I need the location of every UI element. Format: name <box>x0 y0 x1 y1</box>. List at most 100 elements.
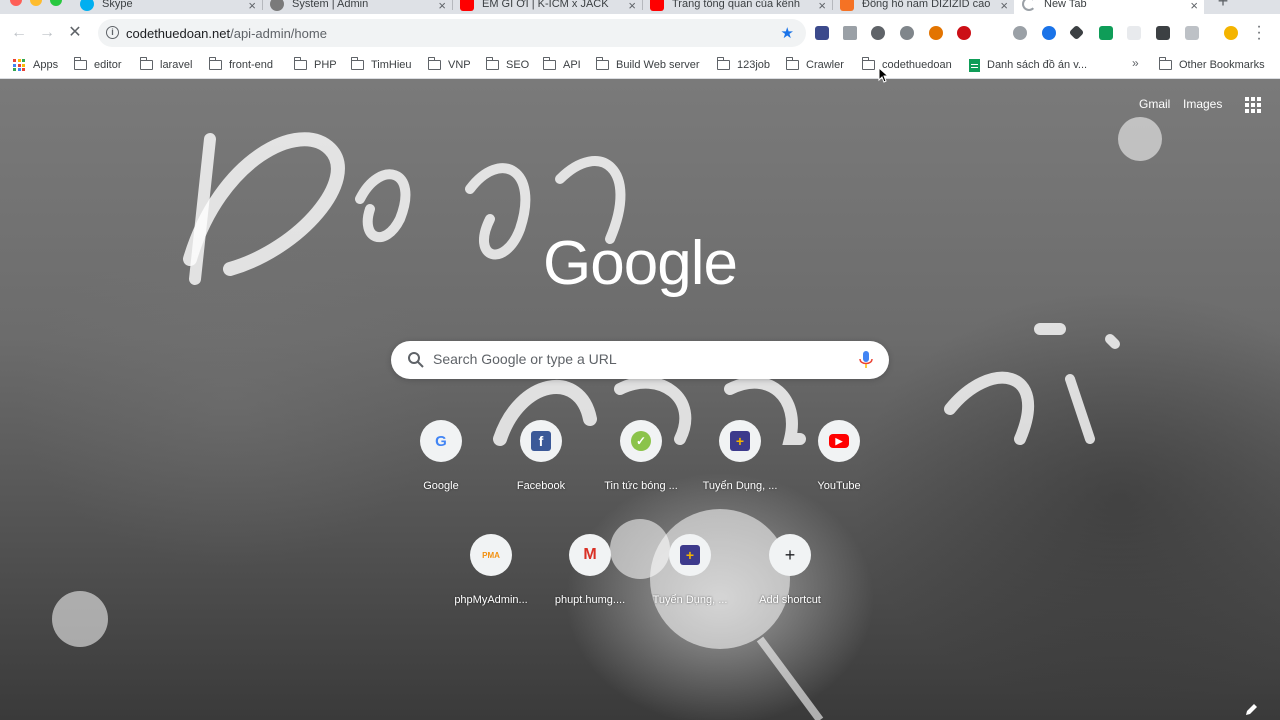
bookmark-folder-vnp[interactable]: VNP <box>428 57 471 73</box>
youtube-icon <box>650 0 664 11</box>
new-tab-button[interactable]: + <box>1212 0 1234 10</box>
search-placeholder: Search Google or type a URL <box>433 351 617 367</box>
search-icon <box>408 352 424 368</box>
fox-extension-icon[interactable] <box>1185 26 1199 40</box>
bookmark-danh-sach-do-an[interactable]: Danh sách đồ án v... <box>969 57 1087 73</box>
microphone-icon[interactable] <box>859 351 873 369</box>
gmail-link[interactable]: Gmail <box>1139 97 1170 111</box>
timer-extension-icon[interactable] <box>1013 26 1027 40</box>
layers-extension-icon[interactable] <box>1068 24 1085 41</box>
close-icon[interactable]: × <box>248 0 256 13</box>
shortcut-icon-circle: G <box>420 420 462 462</box>
bookmark-apps[interactable]: Apps <box>13 57 58 73</box>
dashlane-extension-icon[interactable] <box>815 26 829 40</box>
gmail-icon: M <box>583 546 597 563</box>
google-apps-icon[interactable] <box>1245 97 1261 113</box>
tab-title: EM GÌ ƠI | K-ICM x JACK <box>482 0 609 10</box>
blank-extension-icon[interactable] <box>1127 26 1141 40</box>
folder-icon <box>140 57 153 70</box>
bookmark-folder-front-end[interactable]: front-end <box>209 57 273 73</box>
tab-skype[interactable]: Skype × <box>72 0 262 14</box>
back-button[interactable]: ← <box>9 23 29 43</box>
shortcut-youtube[interactable]: ▶ YouTube <box>789 420 889 510</box>
bookmark-label: Build Web server <box>616 59 700 71</box>
shortcut-phpmyadmin[interactable]: PMA phpMyAdmin... <box>441 534 541 624</box>
folder-icon <box>428 57 441 70</box>
bookmark-star-icon[interactable]: ★ <box>781 24 794 42</box>
bookmark-label: API <box>563 59 581 71</box>
bookmark-label: Crawler <box>806 59 844 71</box>
close-icon[interactable]: × <box>628 0 636 13</box>
shortcut-phupt-humg[interactable]: M phupt.humg.... <box>540 534 640 624</box>
loading-icon <box>1022 0 1036 11</box>
close-icon[interactable]: × <box>1000 0 1008 13</box>
site-info-icon[interactable]: i <box>106 26 119 39</box>
folder-icon <box>294 57 307 70</box>
url-path: /api-admin/home <box>230 26 327 41</box>
forward-button[interactable]: → <box>37 23 57 43</box>
close-window-icon[interactable] <box>10 0 22 6</box>
folder-icon <box>1159 57 1172 70</box>
shortcut-icon-circle: + <box>769 534 811 576</box>
screenshot-extension-icon[interactable] <box>843 26 857 40</box>
apps-grid-icon <box>13 59 25 71</box>
bookmark-label: VNP <box>448 59 471 71</box>
recycle-extension-icon[interactable] <box>871 26 885 40</box>
close-icon[interactable]: × <box>438 0 446 13</box>
bookmark-other-bookmarks[interactable]: Other Bookmarks <box>1159 57 1265 73</box>
folder-icon <box>717 57 730 70</box>
search-box[interactable]: Search Google or type a URL <box>391 341 889 379</box>
shortcut-label: Add shortcut <box>759 594 821 606</box>
gear-extension-icon[interactable] <box>929 26 943 40</box>
stop-loading-button[interactable]: ✕ <box>65 23 85 43</box>
tab-system-admin[interactable]: System | Admin × <box>262 0 452 14</box>
shortcut-facebook[interactable]: f Facebook <box>491 420 591 510</box>
close-icon[interactable]: × <box>1190 0 1198 13</box>
bookmark-label: TimHieu <box>371 59 412 71</box>
shortcut-label: Tuyển Dụng, ... <box>652 594 728 606</box>
shortcut-tin-tuc-bong[interactable]: ✓ Tin tức bóng ... <box>591 420 691 510</box>
bookmark-label: Other Bookmarks <box>1179 59 1265 71</box>
tab-dong-ho[interactable]: Đồng hồ nam DIZIZID cao × <box>832 0 1014 14</box>
close-icon[interactable]: × <box>818 0 826 13</box>
images-link[interactable]: Images <box>1183 97 1222 111</box>
bookmark-folder-codethuedoan[interactable]: codethuedoan <box>862 57 952 73</box>
bookmark-folder-crawler[interactable]: Crawler <box>786 57 844 73</box>
customize-pencil-icon[interactable] <box>1244 703 1258 717</box>
shortcut-tuyen-dung-1[interactable]: + Tuyển Dụng, ... <box>690 420 790 510</box>
maximize-window-icon[interactable] <box>50 0 62 6</box>
shortcut-add[interactable]: + Add shortcut <box>740 534 840 624</box>
address-bar[interactable]: i codethuedoan.net/api-admin/home ★ <box>98 19 806 47</box>
shortcut-label: phupt.humg.... <box>554 594 626 606</box>
globe-extension-icon[interactable] <box>1042 26 1056 40</box>
tab-trang-tong-quan[interactable]: Trang tổng quan của kênh × <box>642 0 832 14</box>
plus-icon: + <box>784 544 796 565</box>
puzzle-extension-icon[interactable] <box>1099 26 1113 40</box>
bookmark-folder-laravel[interactable]: laravel <box>140 57 192 73</box>
opera-extension-icon[interactable] <box>957 26 971 40</box>
bookmark-folder-seo[interactable]: SEO <box>486 57 529 73</box>
folder-icon <box>209 57 222 70</box>
shortcut-icon-circle: ✓ <box>620 420 662 462</box>
shortcut-tuyen-dung-2[interactable]: + Tuyển Dụng, ... <box>640 534 740 624</box>
bookmark-folder-api[interactable]: API <box>543 57 581 73</box>
tab-new-tab[interactable]: New Tab × <box>1014 0 1204 14</box>
ghost-extension-icon[interactable] <box>1156 26 1170 40</box>
minimize-window-icon[interactable] <box>30 0 42 6</box>
shortcut-google[interactable]: G Google <box>391 420 491 510</box>
bookmark-folder-timhieu[interactable]: TimHieu <box>351 57 412 73</box>
google-sheets-icon <box>969 58 980 72</box>
bookmark-folder-build-web-server[interactable]: Build Web server <box>596 57 700 73</box>
bookmarks-overflow-button[interactable]: » <box>1132 56 1139 70</box>
tab-em-gi-oi[interactable]: EM GÌ ƠI | K-ICM x JACK × <box>452 0 642 14</box>
url-text[interactable]: codethuedoan.net/api-admin/home <box>126 26 327 41</box>
chrome-menu-icon[interactable]: · · · <box>1256 19 1262 47</box>
bookmark-folder-php[interactable]: PHP <box>294 57 337 73</box>
url-host: codethuedoan.net <box>126 26 231 41</box>
profile-avatar[interactable] <box>1224 26 1238 40</box>
youtube-icon: ▶ <box>829 434 849 448</box>
folder-icon <box>543 57 556 70</box>
settings-extension-icon[interactable] <box>900 26 914 40</box>
bookmark-folder-editor[interactable]: editor <box>74 57 122 73</box>
bookmark-folder-123job[interactable]: 123job <box>717 57 770 73</box>
